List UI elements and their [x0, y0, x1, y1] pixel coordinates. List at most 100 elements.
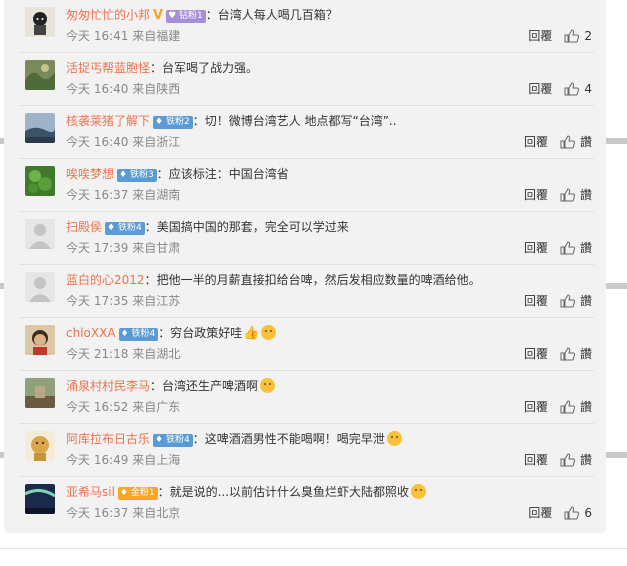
colon: ：: [144, 220, 157, 234]
colon: ：: [192, 114, 205, 128]
reply-button[interactable]: 回覆: [528, 82, 552, 96]
comment-text-line: chloXXA ♦ 铁粉4 ：穷台政策好哇👍: [66, 325, 277, 342]
reply-button[interactable]: 回覆: [524, 188, 548, 202]
username-link[interactable]: 蓝白的心2012: [66, 273, 145, 287]
fan-badge[interactable]: ♦ 铁粉4: [118, 328, 159, 341]
comment-text: 台军喝了战力强。: [162, 61, 259, 75]
thumbs-up-icon: [560, 135, 575, 149]
avatar[interactable]: [25, 484, 55, 514]
comment-meta: 今天 16:37 来自湖南: [66, 188, 181, 202]
thumbs-up-icon: [560, 294, 575, 308]
like-count: 4: [584, 82, 592, 96]
comment-meta: 今天 17:35 来自江苏: [66, 294, 181, 308]
thumbs-up-icon: [560, 453, 575, 467]
colon: ：: [158, 326, 171, 340]
avatar[interactable]: [25, 166, 55, 196]
comment-row: 活捉丐帮蓝胞怪：台军喝了战力强。 今天 16:40 来自陕西 回覆 4: [20, 53, 594, 106]
like-button[interactable]: 讚: [560, 294, 592, 308]
reply-button[interactable]: 回覆: [524, 241, 548, 255]
comment-meta: 今天 16:41 来自福建: [66, 29, 181, 43]
comment-text: 台湾人每人喝几百箱？: [217, 8, 338, 22]
like-button[interactable]: 讚: [560, 135, 592, 149]
like-button[interactable]: 讚: [560, 400, 592, 414]
comment-text: 就是说的...以前估计什么臭鱼烂虾大陆都照收: [169, 485, 410, 499]
colon: ：: [192, 432, 205, 446]
colon: ：: [156, 167, 169, 181]
reply-button[interactable]: 回覆: [524, 294, 548, 308]
avatar[interactable]: [25, 431, 55, 461]
avatar[interactable]: [25, 325, 55, 355]
reply-button[interactable]: 回覆: [528, 29, 552, 43]
comment-row: 核袭莱猪了解下 ♦ 铁粉2 ：切！微博台湾艺人 地点都写“台湾”.. 今天 16:4…: [20, 106, 594, 159]
avatar[interactable]: [25, 272, 55, 302]
avatar[interactable]: [25, 219, 55, 249]
comment-text-line: 蓝白的心2012：把他一半的月薪直接扣给台啤，然后发相应数量的啤酒给他。: [66, 272, 481, 289]
comment-actions: 回覆 6: [528, 506, 592, 520]
username-link[interactable]: 亚希马sil: [66, 485, 115, 499]
fan-badge[interactable]: ♦ 铁粉4: [105, 222, 145, 235]
avatar[interactable]: [25, 60, 55, 90]
like-button[interactable]: 讚: [560, 347, 592, 361]
thumbs-up-icon: [564, 82, 580, 96]
username-link[interactable]: chloXXA: [66, 326, 116, 340]
comment-text-line: 匆匆忙忙的小邦 V ♥ 钻粉1 ：台湾人每人喝几百箱？: [66, 7, 338, 24]
thumbs-up-icon: [560, 400, 575, 414]
comment-text-line: 涌泉村村民李马：台湾还生产啤酒啊: [66, 378, 276, 395]
like-button[interactable]: 2: [564, 29, 592, 43]
colon: ：: [144, 273, 157, 287]
fan-badge[interactable]: ♦ 铁粉3: [117, 169, 157, 182]
username-link[interactable]: 阿库拉布日古乐: [66, 432, 150, 446]
avatar[interactable]: [25, 113, 55, 143]
like-count: 讚: [579, 453, 592, 467]
comment-text-line: 阿库拉布日古乐 ♦ 铁粉4 ：这啤酒酒男性不能喝啊！喝完早泄: [66, 431, 402, 448]
comment-actions: 回覆 讚: [524, 453, 592, 467]
doge-emoji-icon: [261, 325, 277, 340]
fan-badge[interactable]: ♦ 铁粉2: [153, 116, 193, 129]
comment-actions: 回覆 讚: [524, 347, 592, 361]
comment-text: 穷台政策好哇: [170, 326, 243, 340]
comment-row: 亚希马sil ♦ 金粉1 ：就是说的...以前估计什么臭鱼烂虾大陆都照收 今天 16…: [20, 477, 594, 529]
reply-button[interactable]: 回覆: [524, 135, 548, 149]
comment-text-line: 扫殿侯 ♦ 铁粉4 ：美国搞中国的那套，完全可以学过来: [66, 219, 349, 236]
username-link[interactable]: 扫殿侯: [66, 220, 102, 234]
like-button[interactable]: 4: [564, 82, 592, 96]
like-button[interactable]: 讚: [560, 453, 592, 467]
reply-button[interactable]: 回覆: [524, 400, 548, 414]
username-link[interactable]: 匆匆忙忙的小邦: [66, 8, 150, 22]
like-button[interactable]: 6: [564, 506, 592, 520]
avatar[interactable]: [25, 378, 55, 408]
comment-text-line: 核袭莱猪了解下 ♦ 铁粉2 ：切！微博台湾艺人 地点都写“台湾”..: [66, 113, 397, 130]
comment-meta: 今天 21:18 来自湖北: [66, 347, 181, 361]
thumbs-up-icon: [560, 188, 575, 202]
username-link[interactable]: 活捉丐帮蓝胞怪: [66, 61, 150, 75]
reply-button[interactable]: 回覆: [528, 506, 552, 520]
comment-text: 应该标注：中国台湾省: [168, 167, 289, 181]
fan-badge[interactable]: ♦ 金粉1: [117, 487, 158, 500]
comment-meta: 今天 16:40 来自陕西: [66, 82, 181, 96]
reply-button[interactable]: 回覆: [524, 347, 548, 361]
comment-row: chloXXA ♦ 铁粉4 ：穷台政策好哇👍 今天 21:18 来自湖北 回覆 讚: [20, 318, 594, 371]
like-button[interactable]: 讚: [560, 241, 592, 255]
sweat-emoji-icon: [260, 378, 276, 393]
colon: ：: [157, 485, 170, 499]
avatar[interactable]: [25, 7, 55, 37]
comment-panel: 匆匆忙忙的小邦 V ♥ 钻粉1 ：台湾人每人喝几百箱？ 今天 16:41 来自福建 回…: [4, 0, 606, 533]
comment-text-line: 唉唉梦想 ♦ 铁粉3 ：应该标注：中国台湾省: [66, 166, 289, 183]
colon: ：: [150, 61, 163, 75]
comment-actions: 回覆 讚: [524, 188, 592, 202]
comment-meta: 今天 17:39 来自甘肃: [66, 241, 181, 255]
page-divider: [0, 548, 627, 549]
like-button[interactable]: 讚: [560, 188, 592, 202]
smile-emoji-icon: [411, 484, 427, 499]
comment-text: 这啤酒酒男性不能喝啊！喝完早泄: [204, 432, 385, 446]
username-link[interactable]: 涌泉村村民李马: [66, 379, 150, 393]
like-count: 6: [584, 506, 592, 520]
colon: ：: [205, 8, 218, 22]
fan-badge[interactable]: ♦ 铁粉4: [153, 434, 193, 447]
comment-text: 切！微博台湾艺人 地点都写“台湾”..: [204, 114, 397, 128]
username-link[interactable]: 唉唉梦想: [66, 167, 114, 181]
fan-badge[interactable]: ♥ 钻粉1: [166, 10, 206, 23]
reply-button[interactable]: 回覆: [524, 453, 548, 467]
comment-meta: 今天 16:40 来自浙江: [66, 135, 181, 149]
username-link[interactable]: 核袭莱猪了解下: [66, 114, 150, 128]
